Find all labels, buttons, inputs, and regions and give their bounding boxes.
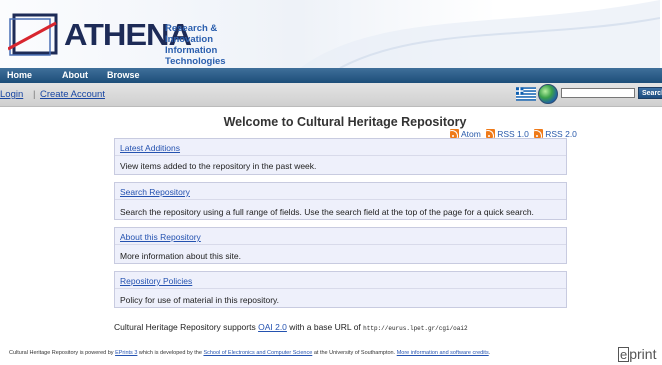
main-nav: Home About Browse — [0, 68, 662, 83]
globe-language-icon[interactable] — [538, 84, 558, 104]
nav-home[interactable]: Home — [7, 68, 32, 83]
repository-policies-link[interactable]: Repository Policies — [120, 276, 192, 286]
search-button[interactable]: Search — [638, 87, 662, 99]
oai-statement: Cultural Heritage Repository supports OA… — [114, 322, 468, 332]
about-repository-box: About this Repository More information a… — [114, 227, 567, 264]
search-repository-desc: Search the repository using a full range… — [120, 207, 534, 217]
greek-flag-icon[interactable] — [516, 87, 536, 101]
athena-logo[interactable]: ATHENA Research & Innovation Information… — [8, 13, 258, 67]
rss1-feed-icon — [486, 129, 496, 138]
repository-policies-desc: Policy for use of material in this repos… — [120, 295, 280, 305]
about-repository-link[interactable]: About this Repository — [120, 232, 201, 242]
rss2-feed-icon — [534, 129, 544, 138]
oai-text-middle: with a base URL of — [286, 322, 364, 332]
search-input[interactable] — [561, 88, 635, 98]
eprints-logo[interactable]: e print — [618, 345, 662, 363]
ecs-link[interactable]: School of Electronics and Computer Scien… — [203, 350, 312, 356]
footer-text-4: . — [488, 350, 491, 356]
footer-credits: Cultural Heritage Repository is powered … — [9, 350, 490, 356]
latest-additions-desc: View items added to the repository in th… — [120, 161, 317, 171]
header-swoosh-decoration — [300, 0, 660, 68]
footer-text-2: which is developed by the — [137, 350, 204, 356]
logo-subtitle-line-2: Information Technologies — [165, 45, 226, 67]
site-header: ATHENA Research & Innovation Information… — [0, 0, 662, 68]
credits-link[interactable]: More information and software credits — [397, 350, 489, 356]
atom-feed-icon — [450, 129, 459, 138]
box-divider — [115, 199, 566, 200]
search-repository-box: Search Repository Search the repository … — [114, 182, 567, 220]
nav-about[interactable]: About — [62, 68, 88, 83]
athena-logo-mark-icon — [8, 13, 58, 56]
logo-subtitle: Research & Innovation Information Techno… — [165, 23, 258, 67]
oai-link[interactable]: OAI 2.0 — [258, 322, 287, 332]
box-divider — [115, 155, 566, 156]
account-separator: | — [33, 89, 36, 100]
eprints-logo-e: e — [618, 347, 630, 362]
create-account-link[interactable]: Create Account — [40, 89, 105, 100]
eprints-link[interactable]: EPrints 3 — [115, 350, 137, 356]
latest-additions-box: Latest Additions View items added to the… — [114, 138, 567, 175]
page-title: Welcome to Cultural Heritage Repository — [223, 115, 467, 129]
about-repository-desc: More information about this site. — [120, 251, 241, 261]
eprints-logo-rest: print — [629, 346, 657, 362]
box-divider — [115, 244, 566, 245]
box-divider — [115, 288, 566, 289]
latest-additions-link[interactable]: Latest Additions — [120, 143, 180, 153]
footer-text-1: Cultural Heritage Repository is powered … — [9, 350, 116, 356]
footer-text-3: at the University of Southampton. — [312, 350, 397, 356]
oai-base-url: http://eurus.lpet.gr/cgi/oai2 — [363, 325, 468, 332]
logo-subtitle-line-1: Research & Innovation — [165, 23, 218, 45]
search-repository-link[interactable]: Search Repository — [120, 187, 190, 197]
repository-policies-box: Repository Policies Policy for use of ma… — [114, 271, 567, 308]
login-link[interactable]: Login — [0, 89, 23, 100]
nav-browse[interactable]: Browse — [107, 68, 140, 83]
oai-text-before: Cultural Heritage Repository supports — [114, 322, 259, 332]
